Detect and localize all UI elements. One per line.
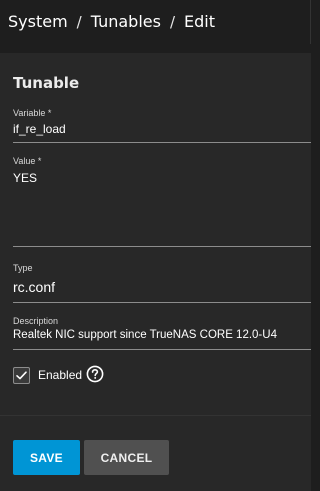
enabled-checkbox[interactable] <box>13 367 30 384</box>
actions-divider <box>0 415 311 416</box>
type-select[interactable]: rc.conf <box>13 279 55 295</box>
cancel-button[interactable]: CANCEL <box>84 440 169 475</box>
breadcrumb-item-system[interactable]: System <box>8 12 68 31</box>
description-field[interactable]: Description Realtek NIC support since Tr… <box>13 316 311 350</box>
page-header: System / Tunables / Edit <box>0 0 311 44</box>
breadcrumb-separator: / <box>169 13 176 31</box>
tunable-form-card: Tunable Variable * if_re_load Value * YE… <box>0 53 311 491</box>
variable-field[interactable]: Variable * if_re_load <box>13 108 311 143</box>
value-textarea[interactable]: YES <box>13 171 37 185</box>
variable-input[interactable]: if_re_load <box>13 122 66 136</box>
enabled-label[interactable]: Enabled <box>38 368 82 382</box>
breadcrumb-item-tunables[interactable]: Tunables <box>91 12 161 31</box>
enabled-row: Enabled <box>13 365 213 385</box>
breadcrumb: System / Tunables / Edit <box>8 12 215 32</box>
variable-underline <box>13 142 311 143</box>
help-circle-icon[interactable] <box>86 365 104 383</box>
type-field[interactable]: Type rc.conf <box>13 263 311 303</box>
description-label: Description <box>13 316 59 326</box>
value-underline <box>13 246 311 247</box>
description-input[interactable]: Realtek NIC support since TrueNAS CORE 1… <box>13 329 277 341</box>
check-icon <box>16 371 27 380</box>
description-underline <box>13 349 311 350</box>
page: System / Tunables / Edit Tunable Variable * … <box>0 0 311 491</box>
save-button[interactable]: SAVE <box>13 440 80 475</box>
breadcrumb-separator: / <box>76 13 82 31</box>
type-label: Type <box>13 263 33 273</box>
form-title: Tunable <box>13 74 80 92</box>
value-field[interactable]: Value * YES <box>13 156 311 247</box>
value-label: Value * <box>13 156 42 166</box>
header-edge <box>310 0 311 44</box>
variable-label: Variable * <box>13 108 52 118</box>
breadcrumb-item-edit: Edit <box>184 12 215 31</box>
type-underline <box>13 302 311 303</box>
